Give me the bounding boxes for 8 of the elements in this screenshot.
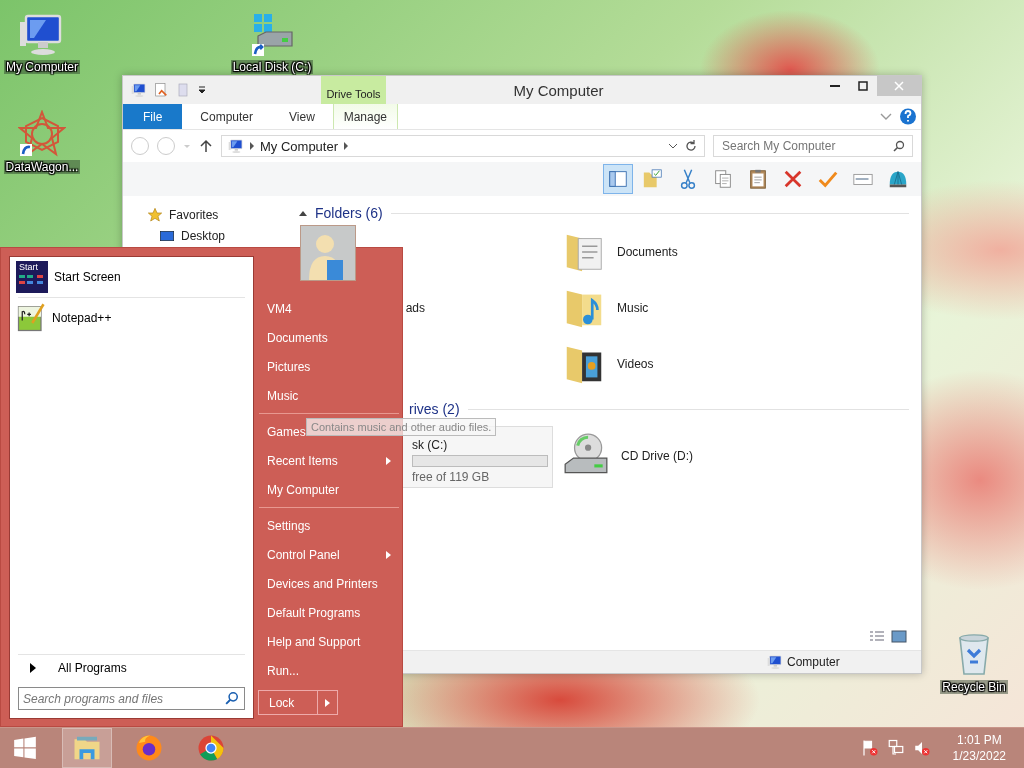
window-title: My Computer [512, 81, 605, 99]
start-screen-icon: Start [16, 261, 48, 293]
contextual-tab-group-label: Drive Tools [326, 88, 381, 100]
drive-free-space: free of 119 GB [412, 470, 491, 484]
address-text: My Computer [260, 138, 339, 154]
drive-label: sk (C:) [412, 438, 449, 452]
status-location: Computer [787, 655, 840, 669]
tooltip: Contains music and other audio files. [306, 418, 497, 436]
